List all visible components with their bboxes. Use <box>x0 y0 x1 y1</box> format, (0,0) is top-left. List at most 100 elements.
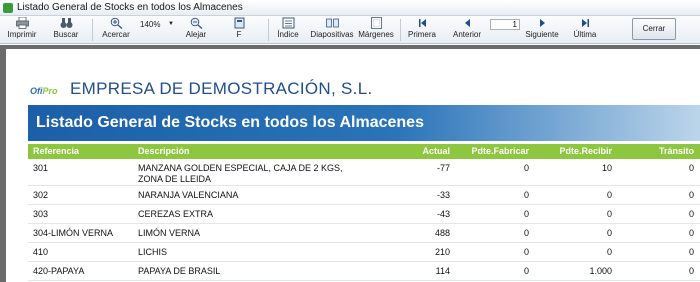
cell-recibir: 0 <box>606 247 612 257</box>
margins-button[interactable]: Márgenes <box>358 17 394 43</box>
index-icon <box>282 17 294 29</box>
zoom-out-label: Alejar <box>185 30 207 39</box>
cell-fabricar: 0 <box>523 163 529 173</box>
zoom-select[interactable]: 140% ▼ <box>136 19 176 30</box>
cell-ref: 410 <box>33 247 49 257</box>
cell-desc: MANZANA GOLDEN ESPECIAL, CAJA DE 2 KGS, … <box>138 163 343 184</box>
zoom-in-button[interactable]: Acercar <box>100 17 132 43</box>
cell-fabricar: 0 <box>523 266 529 276</box>
fit-label: F <box>236 30 242 39</box>
cell-actual: 114 <box>435 266 450 276</box>
cell-transito: 0 <box>688 190 694 200</box>
cell-transito: 0 <box>688 163 694 173</box>
cell-transito: 0 <box>688 266 694 276</box>
fit-button[interactable]: F <box>228 17 250 43</box>
toolbar-separator <box>268 19 269 41</box>
cell-actual: 210 <box>434 247 450 257</box>
index-button[interactable]: Índice <box>274 17 302 43</box>
logo-text-ofi: Ofi <box>30 86 43 96</box>
window-titlebar: Listado General de Stocks en todos los A… <box>0 0 700 16</box>
last-page-icon <box>581 19 589 27</box>
zoom-in-icon <box>110 17 122 29</box>
column-header-ref: Referencia <box>33 146 80 156</box>
binoculars-icon <box>60 18 72 28</box>
table-header: Referencia Descripción Actual Pdte.Fabri… <box>28 144 700 159</box>
cell-actual: -43 <box>436 209 450 219</box>
cell-desc: PAPAYA DE BRASIL <box>138 266 221 276</box>
cell-ref: 301 <box>33 163 49 173</box>
cell-ref: 303 <box>33 209 49 219</box>
first-page-icon <box>418 19 426 27</box>
previous-page-label: Anterior <box>452 30 481 39</box>
cell-desc: LIMÓN VERNA <box>138 228 201 238</box>
app-icon <box>3 3 13 13</box>
slides-button[interactable]: Diapositivas <box>310 17 354 43</box>
company-logo: OfiPro <box>30 86 58 96</box>
toolbar-separator <box>92 19 93 41</box>
cell-actual: 488 <box>434 228 450 238</box>
next-page-label: Siguiente <box>525 30 559 39</box>
zoom-in-label: Acercar <box>102 30 130 39</box>
column-header-recibir: Pdte.Recibir <box>559 146 612 156</box>
cell-transito: 0 <box>688 209 694 219</box>
zoom-out-icon <box>190 17 202 29</box>
column-header-fabricar: Pdte.Fabricar <box>471 146 529 156</box>
cell-desc: LICHIS <box>138 247 168 257</box>
previous-page-icon <box>464 19 470 27</box>
cell-ref: 304-LIMÓN VERNA <box>33 228 114 238</box>
table-row: 304-LIMÓN VERNA LIMÓN VERNA 488 0 0 0 <box>28 225 700 243</box>
cell-transito: 0 <box>688 247 694 257</box>
document-viewport[interactable]: OfiPro EMPRESA DE DEMOSTRACIÓN, S.L. Lis… <box>0 45 700 282</box>
first-page-button[interactable]: Primera <box>406 17 438 43</box>
report-title: Listado General de Stocks en todos los A… <box>36 114 424 131</box>
slides-label: Diapositivas <box>310 30 354 39</box>
cell-desc: CEREZAS EXTRA <box>138 209 214 219</box>
margins-icon <box>370 17 382 29</box>
window-title: Listado General de Stocks en todos los A… <box>17 2 243 13</box>
zoom-value: 140% <box>140 20 161 29</box>
next-page-button[interactable]: Siguiente <box>524 17 560 43</box>
cell-ref: 420-PAPAYA <box>33 266 85 276</box>
search-button[interactable]: Buscar <box>50 17 82 43</box>
next-page-icon <box>539 19 545 27</box>
company-name: EMPRESA DE DEMOSTRACIÓN, S.L. <box>70 79 373 98</box>
print-label: Imprimir <box>7 30 37 39</box>
column-header-desc: Descripción <box>138 146 190 156</box>
last-page-label: Última <box>573 30 597 39</box>
cell-transito: 0 <box>688 228 694 238</box>
column-header-actual: Actual <box>422 146 450 156</box>
table-row: 302 NARANJA VALENCIANA -33 0 0 0 <box>28 187 700 205</box>
last-page-button[interactable]: Última <box>570 17 600 43</box>
zoom-out-button[interactable]: Alejar <box>182 17 210 43</box>
cell-actual: -77 <box>436 163 450 173</box>
index-label: Índice <box>277 30 299 39</box>
page-number-input[interactable] <box>490 19 520 30</box>
fit-page-icon <box>234 17 244 29</box>
cell-recibir: 1.000 <box>589 266 612 276</box>
table-row: 303 CEREZAS EXTRA -43 0 0 0 <box>28 206 700 224</box>
table-row: 410 LICHIS 210 0 0 0 <box>28 244 700 262</box>
cell-recibir: 0 <box>606 190 612 200</box>
print-button[interactable]: Imprimir <box>4 17 40 43</box>
first-page-label: Primera <box>407 30 436 39</box>
previous-page-button[interactable]: Anterior <box>450 17 484 43</box>
cell-fabricar: 0 <box>523 228 529 238</box>
cell-desc: NARANJA VALENCIANA <box>138 190 239 200</box>
close-button[interactable]: Cerrar <box>632 18 676 40</box>
printer-icon <box>15 17 29 29</box>
chevron-down-icon: ▼ <box>168 21 174 27</box>
cell-fabricar: 0 <box>523 209 529 219</box>
slides-icon <box>325 18 339 28</box>
cell-actual: -33 <box>436 190 450 200</box>
report-title-banner: Listado General de Stocks en todos los A… <box>28 105 700 141</box>
cell-recibir: 10 <box>601 163 612 173</box>
column-header-transito: Tránsito <box>658 146 694 156</box>
toolbar: Imprimir Buscar Acercar 140% ▼ Alejar F … <box>0 16 700 44</box>
table-row: 301 MANZANA GOLDEN ESPECIAL, CAJA DE 2 K… <box>28 160 700 186</box>
report-page: OfiPro EMPRESA DE DEMOSTRACIÓN, S.L. Lis… <box>6 49 700 282</box>
search-label: Buscar <box>53 30 79 39</box>
cell-fabricar: 0 <box>523 190 529 200</box>
cell-ref: 302 <box>33 190 49 200</box>
cell-recibir: 0 <box>606 228 612 238</box>
cell-recibir: 0 <box>606 209 612 219</box>
